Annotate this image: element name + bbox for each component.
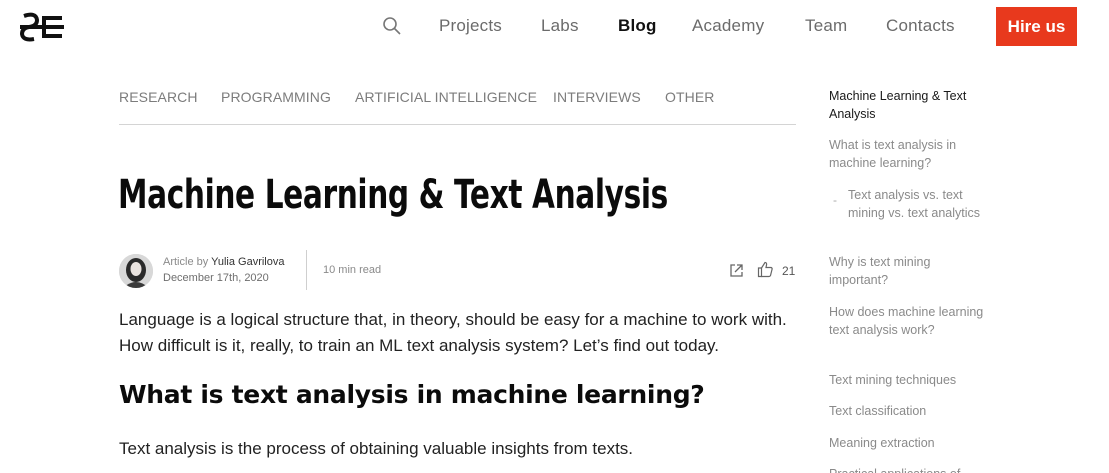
section-heading: What is text analysis in machine learnin… (119, 380, 705, 409)
thumbs-up-icon (757, 261, 773, 278)
author-name[interactable]: Yulia Gavrilova (211, 256, 284, 268)
toc-item-why[interactable]: Why is text mining important? (829, 253, 989, 289)
author-avatar[interactable] (119, 254, 153, 288)
like-button[interactable] (757, 261, 774, 278)
hire-us-button[interactable]: Hire us (996, 7, 1077, 46)
toc-item-classification[interactable]: Text classification (829, 402, 989, 420)
article-intro: Language is a logical structure that, in… (119, 310, 787, 355)
toc-item-techniques[interactable]: Text mining techniques (829, 371, 989, 389)
toc-item-title[interactable]: Machine Learning & Text Analysis (829, 87, 989, 123)
category-other[interactable]: OTHER (665, 89, 715, 105)
logo[interactable] (19, 12, 64, 42)
category-artificial-intelligence[interactable]: ARTIFICIAL INTELLIGENCE (355, 89, 537, 105)
share-icon (730, 264, 743, 277)
byline-prefix: Article by (163, 256, 209, 268)
search-button[interactable] (382, 16, 402, 36)
search-icon (383, 17, 401, 35)
toc-item-what-is[interactable]: What is text analysis in machine learnin… (829, 136, 989, 172)
author-photo (119, 254, 153, 288)
category-research[interactable]: RESEARCH (119, 89, 198, 105)
share-button[interactable] (729, 263, 744, 278)
nav-labs[interactable]: Labs (541, 16, 579, 36)
toc-item-vs[interactable]: Text analysis vs. text mining vs. text a… (848, 186, 983, 222)
logo-mark-icon (19, 12, 64, 42)
category-bar: RESEARCH PROGRAMMING ARTIFICIAL INTELLIG… (119, 89, 796, 125)
nav-academy[interactable]: Academy (692, 16, 764, 36)
meta-divider (306, 250, 307, 290)
article-paragraph: Text analysis is the process of obtainin… (119, 439, 634, 458)
toc-item-practical[interactable]: Practical applications of (829, 465, 989, 473)
nav-team[interactable]: Team (805, 16, 847, 36)
article-byline: Article by Yulia Gavrilova (163, 256, 284, 268)
nav-projects[interactable]: Projects (439, 16, 502, 36)
toc-item-how[interactable]: How does machine learning text analysis … (829, 303, 989, 339)
nav-blog[interactable]: Blog (618, 16, 657, 36)
read-time: 10 min read (323, 264, 382, 276)
nav-contacts[interactable]: Contacts (886, 16, 955, 36)
toc-item-meaning[interactable]: Meaning extraction (829, 434, 989, 452)
toc-sub-bullet: - (833, 193, 837, 207)
article-date: December 17th, 2020 (163, 272, 269, 284)
like-count: 21 (782, 264, 796, 278)
category-programming[interactable]: PROGRAMMING (221, 89, 331, 105)
article-title: Machine Learning & Text Analysis (118, 172, 668, 218)
category-interviews[interactable]: INTERVIEWS (553, 89, 641, 105)
